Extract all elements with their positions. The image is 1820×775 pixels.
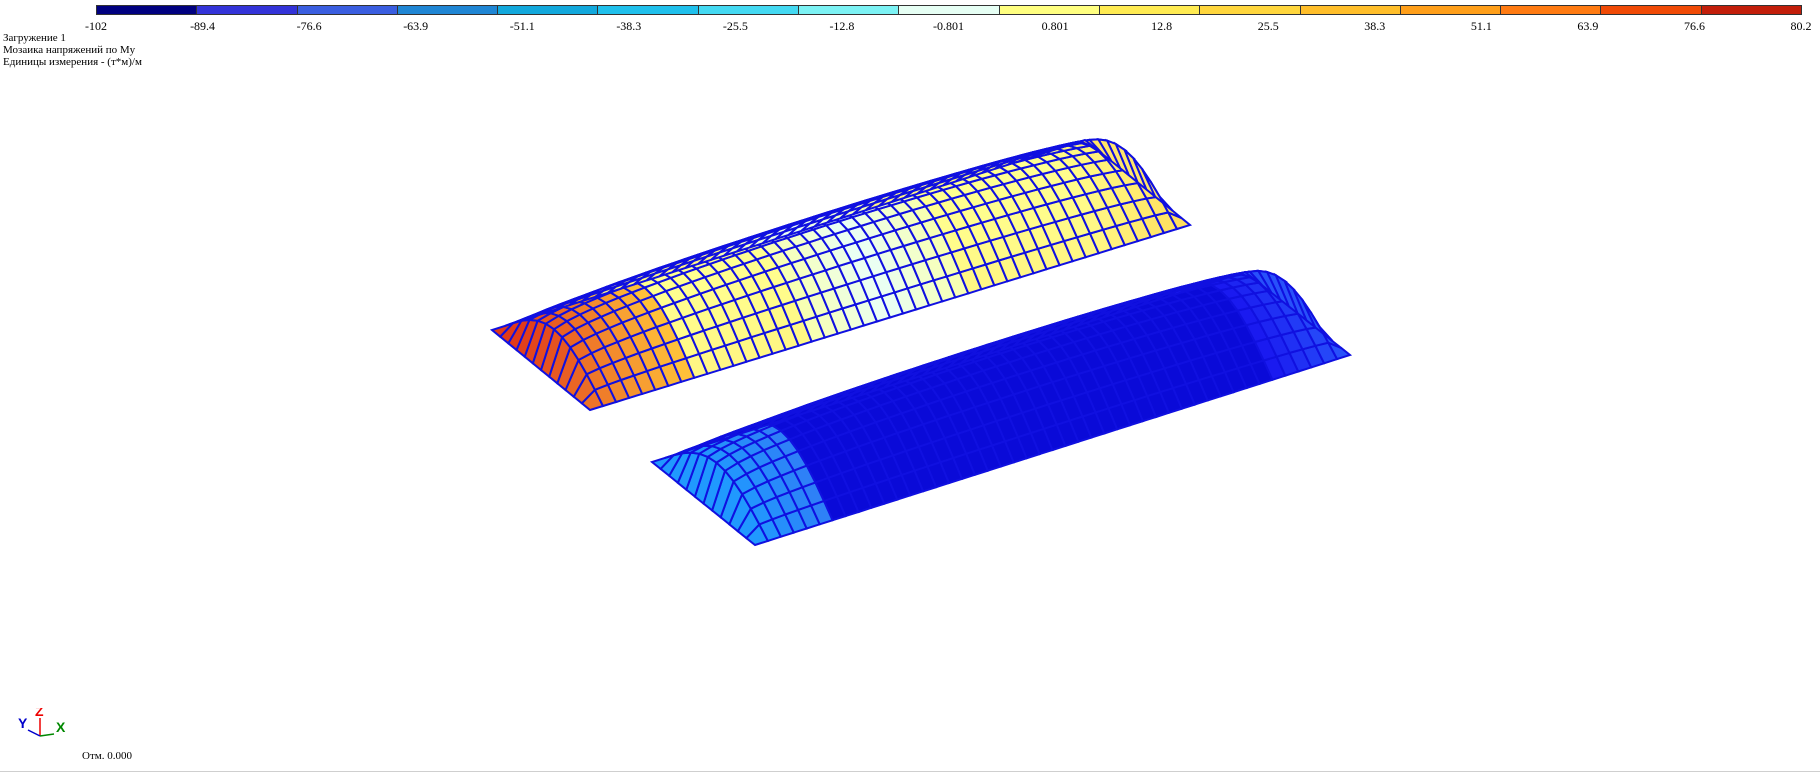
- legend-swatch: [196, 5, 298, 15]
- legend-swatch: [798, 5, 900, 15]
- legend-tick-label: 25.5: [1257, 19, 1279, 33]
- model-viewport[interactable]: [0, 60, 1820, 760]
- legend-tick-label: 0.801: [1041, 19, 1069, 33]
- legend-swatch: [998, 5, 1100, 15]
- elevation-label: Отм. 0.000: [82, 750, 132, 762]
- legend-tick-label: 12.8: [1151, 19, 1173, 33]
- axis-z-label: Z: [35, 708, 44, 719]
- load-case-label: Загружение 1: [3, 32, 66, 44]
- legend-tick-label: -63.9: [403, 19, 429, 33]
- status-divider: [0, 771, 1820, 772]
- legend-swatch: [1199, 5, 1301, 15]
- legend-tick-label: 76.6: [1683, 19, 1705, 33]
- legend-swatch: [597, 5, 699, 15]
- legend-swatch: [296, 5, 398, 15]
- legend-tick-label: -76.6: [296, 19, 322, 33]
- legend-swatch: [1600, 5, 1702, 15]
- legend-tick-label: -38.3: [616, 19, 642, 33]
- mosaic-label: Мозаика напряжений по My: [3, 44, 136, 56]
- legend-swatch: [396, 5, 499, 15]
- legend-swatch: [898, 5, 1000, 15]
- legend-tick-label: -51.1: [509, 19, 535, 33]
- legend-swatch: [96, 5, 198, 15]
- legend-swatch: [697, 5, 800, 15]
- color-scale-bar: [96, 5, 1803, 17]
- axis-triad-icon: Z Y X: [18, 708, 66, 737]
- axis-x-label: X: [56, 719, 66, 735]
- legend-tick-label: -12.8: [829, 19, 855, 33]
- legend-tick-label: -89.4: [190, 19, 216, 33]
- legend-tick-label: -25.5: [722, 19, 748, 33]
- legend-tick-label: 38.3: [1364, 19, 1386, 33]
- axis-y-label: Y: [18, 715, 28, 731]
- legend-swatch: [497, 5, 599, 15]
- legend-swatch: [1299, 5, 1401, 15]
- legend-tick-label: 63.9: [1577, 19, 1599, 33]
- color-scale-ticks: -102 -89.4 -76.6 -63.9 -51.1 -38.3 -25.5 -12.8-…: [85, 19, 1812, 33]
- legend-swatch: [1399, 5, 1502, 15]
- legend-tick-label: 80.2: [1790, 19, 1812, 33]
- legend-tick-label: -0.801: [933, 19, 964, 33]
- legend-swatch: [1098, 5, 1201, 15]
- legend-swatch: [1700, 5, 1803, 15]
- legend-tick-label: 51.1: [1470, 19, 1492, 33]
- legend-swatch: [1500, 5, 1602, 15]
